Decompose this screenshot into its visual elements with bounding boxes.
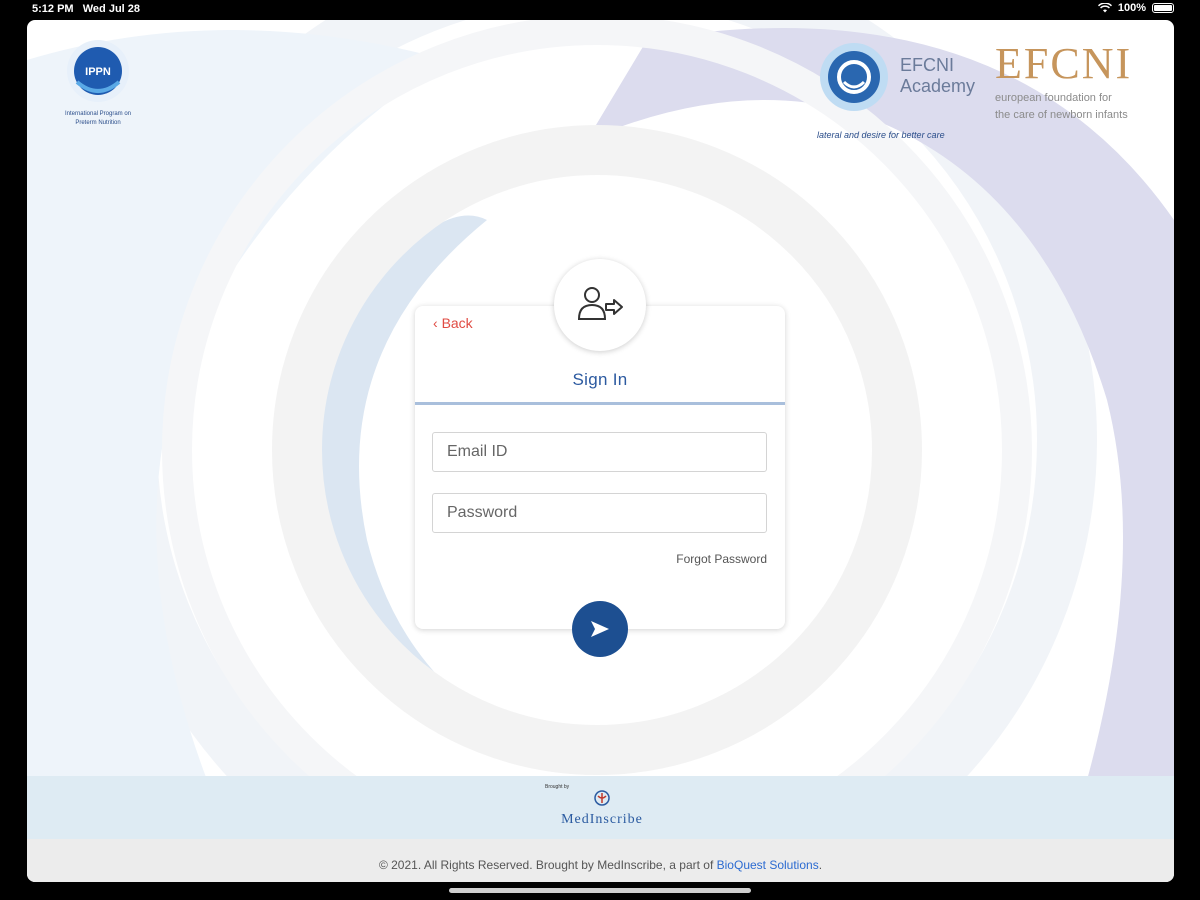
medinscribe-logo: Brought by MedInscribe	[537, 784, 667, 828]
back-button[interactable]: ‹ Back	[433, 315, 473, 331]
brand-footer: Brought by MedInscribe	[27, 776, 1174, 839]
copyright-line: © 2021. All Rights Reserved. Brought by …	[27, 858, 1174, 872]
sign-in-submit-button[interactable]	[572, 601, 628, 657]
copyright-period: .	[818, 858, 823, 872]
title-divider	[415, 402, 785, 405]
app-screen: IPPN International Program on Preterm Nu…	[27, 20, 1174, 882]
status-date-text: Wed Jul 28	[82, 3, 141, 15]
forgot-password-link[interactable]: Forgot Password	[676, 552, 767, 566]
bioquest-link[interactable]: BioQuest Solutions	[717, 858, 819, 872]
status-bar: 5:12 PM Wed Jul 28 100%	[0, 0, 1200, 18]
academy-emblem-icon	[820, 43, 888, 111]
user-login-icon	[577, 287, 623, 320]
academy-line-1: EFCNI	[900, 55, 954, 75]
sign-in-title: Sign In	[572, 370, 628, 389]
wifi-icon	[1097, 3, 1112, 13]
efcni-academy-logo: EFCNI Academy lateral and desire for bet…	[817, 40, 987, 140]
ippn-emblem-icon: IPPN	[67, 40, 129, 102]
medinscribe-name: MedInscribe	[561, 812, 643, 827]
password-field[interactable]	[432, 493, 767, 533]
status-time: 5:12 PM Wed Jul 28	[32, 3, 140, 15]
chevron-left-icon: ‹	[433, 315, 438, 331]
academy-title: EFCNI Academy	[900, 55, 975, 97]
ippn-logo: IPPN International Program on Preterm Nu…	[43, 38, 153, 127]
efcni-wordmark: EFCNI	[995, 39, 1133, 88]
email-field[interactable]	[432, 432, 767, 472]
status-time-text: 5:12 PM	[32, 3, 74, 15]
ippn-caption-1: International Program on	[64, 111, 132, 117]
medinscribe-emblem-icon	[594, 790, 610, 806]
copyright-footer: © 2021. All Rights Reserved. Brought by …	[27, 839, 1174, 882]
copyright-text: © 2021. All Rights Reserved. Brought by …	[378, 858, 717, 872]
efcni-sub-1: european foundation for	[995, 92, 1112, 104]
ippn-caption-2: Preterm Nutrition	[75, 120, 121, 126]
status-right: 100%	[1097, 2, 1174, 14]
battery-icon	[1152, 3, 1174, 13]
arrow-right-icon	[591, 621, 609, 637]
home-indicator[interactable]	[449, 888, 751, 893]
efcni-logo: EFCNI european foundation for the care o…	[995, 40, 1165, 122]
efcni-sub-2: the care of newborn infants	[995, 109, 1128, 121]
back-label: Back	[441, 315, 473, 331]
ippn-mark-text: IPPN	[85, 66, 111, 78]
sign-in-card: ‹ Back Sign In Forgot Password	[415, 259, 785, 657]
academy-line-2: Academy	[900, 76, 976, 96]
battery-percent: 100%	[1117, 2, 1146, 14]
avatar-badge	[554, 259, 646, 351]
academy-tagline: lateral and desire for better care	[817, 130, 945, 140]
